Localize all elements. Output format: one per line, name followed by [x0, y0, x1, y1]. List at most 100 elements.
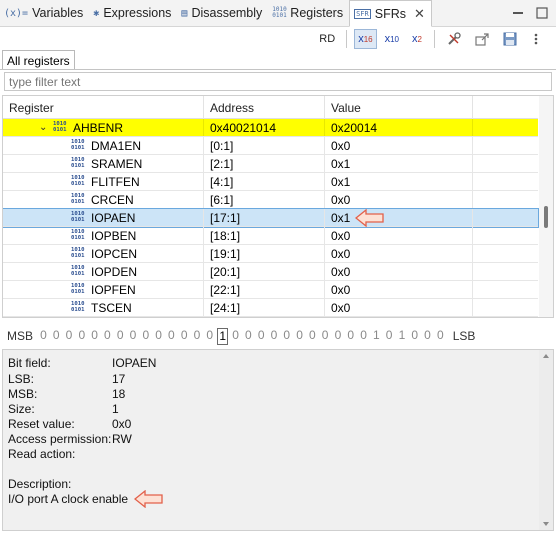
bit-cell[interactable]: 0	[127, 328, 140, 345]
field-name: SRAMEN	[91, 156, 143, 171]
table-row[interactable]: 1010 0101 IOPCEN [19:1] 0x0	[3, 245, 538, 263]
details-scrollbar[interactable]	[539, 350, 553, 530]
detail-bitfield: Bit field: IOPAEN	[8, 356, 156, 370]
address-cell: [2:1]	[204, 155, 325, 172]
bit-cell[interactable]: 0	[280, 328, 293, 345]
field-name: IOPCEN	[91, 246, 138, 261]
bit-cell[interactable]: 1	[370, 328, 383, 345]
bit-cell[interactable]: 0	[114, 328, 127, 345]
bit-cell[interactable]: 0	[191, 328, 204, 345]
scrollbar-thumb[interactable]	[544, 206, 548, 228]
filter-input[interactable]	[4, 72, 552, 91]
maximize-icon[interactable]	[532, 3, 552, 23]
bit-cell[interactable]: 0	[101, 328, 114, 345]
value-cell: 0x0	[325, 281, 473, 298]
register-cell: 1010 0101 TSCEN	[3, 299, 204, 316]
table-row[interactable]: 1010 0101 IOPDEN [20:1] 0x0	[3, 263, 538, 281]
subtab-label: All registers	[7, 53, 70, 68]
register-cell: 1010 0101 CRCEN	[3, 191, 204, 208]
bit-cell[interactable]: 0	[255, 328, 268, 345]
configure-icon[interactable]	[442, 29, 466, 49]
bit-cell[interactable]: 1	[396, 328, 409, 345]
tab-disassembly[interactable]: ▤ Disassembly	[177, 0, 268, 27]
bit-cell[interactable]: 0	[408, 328, 421, 345]
hex-format-button[interactable]: x 16	[354, 29, 377, 49]
tab-variables[interactable]: (x)= Variables	[0, 0, 89, 27]
table-row[interactable]: 1010 0101 IOPFEN [22:1] 0x0	[3, 281, 538, 299]
tab-all-registers[interactable]: All registers	[2, 50, 75, 70]
register-cell: 1010 0101 FLITFEN	[3, 173, 204, 190]
bit-cell[interactable]: 0	[139, 328, 152, 345]
save-icon[interactable]	[498, 29, 522, 49]
bit-cell[interactable]: 0	[178, 328, 191, 345]
bit-cell[interactable]: 0	[88, 328, 101, 345]
expressions-icon: ✱	[93, 7, 100, 19]
bit-cell[interactable]: 0	[63, 328, 76, 345]
table-row[interactable]: 1010 0101 FLITFEN [4:1] 0x1	[3, 173, 538, 191]
table-row[interactable]: 1010 0101 SRAMEN [2:1] 0x1	[3, 155, 538, 173]
bit-cell[interactable]: 0	[306, 328, 319, 345]
table-row[interactable]: 1010 0101 CRCEN [6:1] 0x0	[3, 191, 538, 209]
tab-registers[interactable]: 1010 0101 Registers	[268, 0, 349, 27]
register-icon: 1010 0101	[53, 120, 67, 133]
view-tab-bar: (x)= Variables ✱ Expressions ▤ Disassemb…	[0, 0, 556, 27]
table-row[interactable]: 1010 0101 DMA1EN [0:1] 0x0	[3, 137, 538, 155]
bit-cell[interactable]: 0	[344, 328, 357, 345]
bitfield-details-panel: Bit field: IOPAEN LSB: 17 MSB: 18 Size: 1 Re…	[2, 349, 554, 531]
view-menu-icon[interactable]	[526, 29, 546, 49]
bit-cell[interactable]: 0	[383, 328, 396, 345]
table-row[interactable]: 1010 0101 IOPBEN [18:1] 0x0	[3, 227, 538, 245]
bit-cell[interactable]: 0	[229, 328, 242, 345]
registers-icon: 1010 0101	[272, 6, 287, 19]
address-cell: [4:1]	[204, 173, 325, 190]
bit-cell[interactable]: 0	[152, 328, 165, 345]
bit-cell[interactable]: 0	[75, 328, 88, 345]
detail-value: IOPAEN	[112, 356, 157, 370]
register-cell: 1010 0101 DMA1EN	[3, 137, 204, 154]
bit-cell[interactable]: 0	[37, 328, 50, 345]
divider	[0, 69, 556, 70]
bit-cell[interactable]: 0	[165, 328, 178, 345]
table-row-ahbenr[interactable]: ⌄ 1010 0101 AHBENR 0x40021014 0x20014	[3, 119, 538, 137]
bit-cell[interactable]: 0	[434, 328, 447, 345]
bit-cell[interactable]: 0	[50, 328, 63, 345]
close-icon[interactable]: ✕	[414, 6, 425, 22]
read-button[interactable]: RD	[315, 29, 339, 49]
tab-sfrs[interactable]: SFR SFRs ✕	[349, 0, 432, 27]
export-icon[interactable]	[470, 29, 494, 49]
column-header-register[interactable]: Register	[3, 96, 204, 119]
column-header-value[interactable]: Value	[325, 96, 473, 119]
value-cell: 0x0	[325, 227, 473, 244]
field-name: FLITFEN	[91, 174, 140, 189]
bit-cell[interactable]: 1	[217, 327, 229, 345]
value-cell: 0x0	[325, 245, 473, 262]
vertical-scrollbar[interactable]	[539, 96, 553, 317]
table-row[interactable]: 1010 0101 TSCEN [24:1] 0x0	[3, 299, 538, 317]
bin-format-button[interactable]: x2	[407, 29, 427, 49]
field-icon: 1010 0101	[71, 138, 85, 151]
detail-value: 17	[112, 372, 126, 386]
bit-cell[interactable]: 0	[421, 328, 434, 345]
dec-format-button[interactable]: x 10	[381, 29, 403, 49]
detail-label: Access permission:	[8, 432, 112, 446]
detail-label: Read action:	[8, 447, 76, 461]
column-header-address[interactable]: Address	[204, 96, 325, 119]
tab-expressions[interactable]: ✱ Expressions	[89, 0, 177, 27]
bit-cell[interactable]: 0	[242, 328, 255, 345]
lsb-label: LSB	[452, 329, 476, 343]
minimize-icon[interactable]	[508, 3, 528, 23]
bit-cell[interactable]: 0	[319, 328, 332, 345]
table-row-selected[interactable]: 1010 0101 IOPAEN [17:1] 0x1	[3, 208, 539, 228]
detail-value: 18	[112, 387, 126, 401]
chevron-down-icon[interactable]: ⌄	[39, 122, 51, 133]
address-cell: [22:1]	[204, 281, 325, 298]
sfr-toolbar: RD x 16 x 10 x2	[0, 27, 556, 51]
field-name: CRCEN	[91, 192, 134, 207]
value-cell: 0x0	[325, 191, 473, 208]
bit-cell[interactable]: 0	[268, 328, 281, 345]
field-icon: 1010 0101	[71, 246, 85, 259]
bit-cell[interactable]: 0	[293, 328, 306, 345]
bit-cell[interactable]: 0	[332, 328, 345, 345]
bit-cell[interactable]: 0	[357, 328, 370, 345]
bit-cell[interactable]: 0	[203, 328, 216, 345]
